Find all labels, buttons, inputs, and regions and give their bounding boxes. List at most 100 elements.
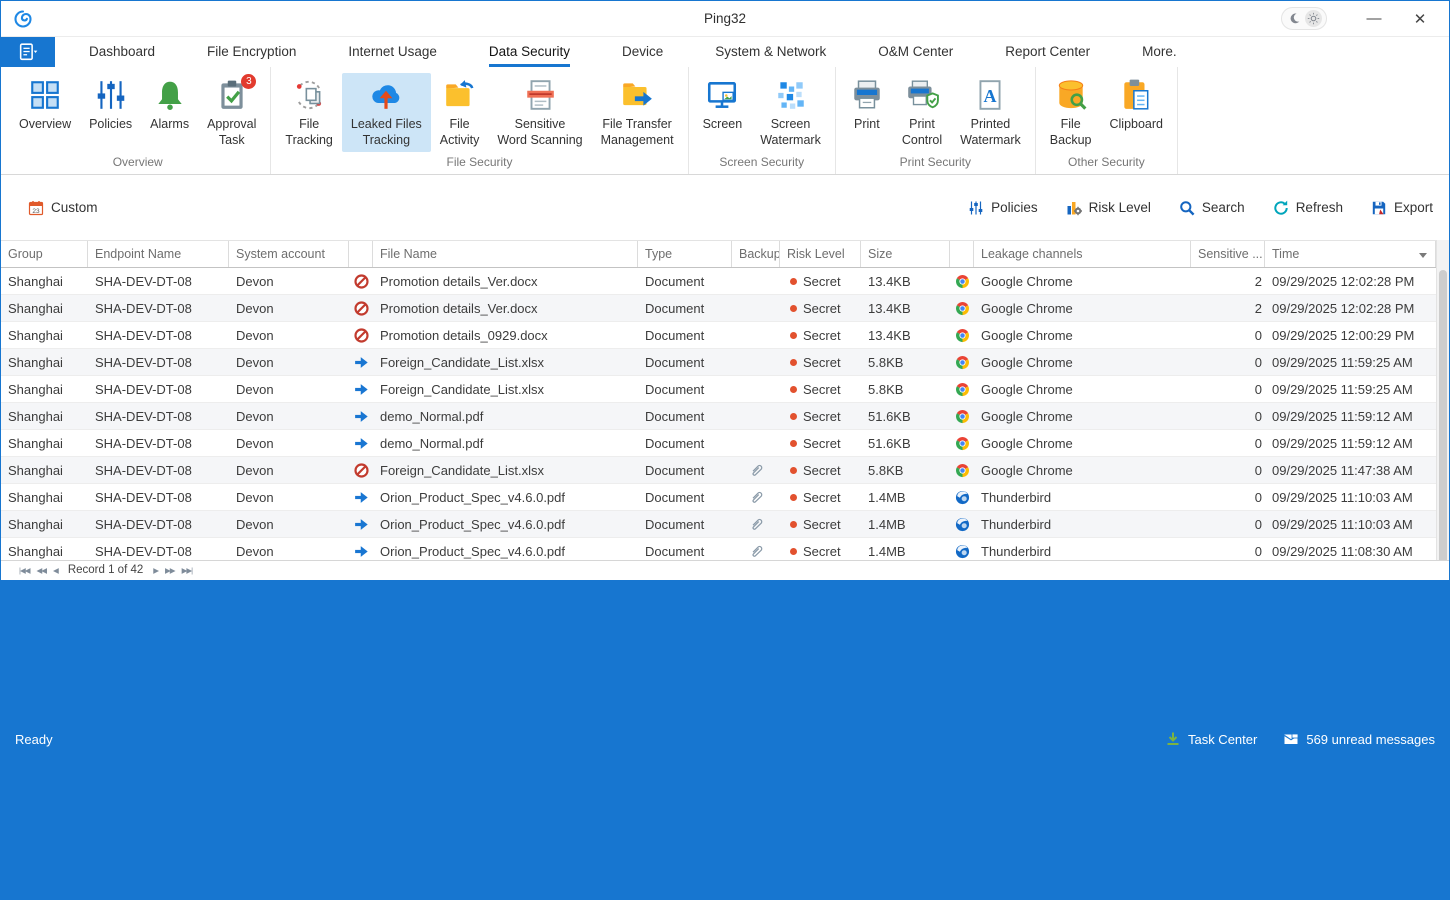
pager-nav-button[interactable]: ▶▶| xyxy=(182,566,192,575)
theme-toggle[interactable] xyxy=(1281,7,1327,30)
column-header-spacer[interactable] xyxy=(349,241,373,267)
unread-messages-label: 569 unread messages xyxy=(1306,732,1435,747)
cell-type: Document xyxy=(638,517,732,532)
cell-account: Devon xyxy=(229,355,349,370)
table-row[interactable]: ShanghaiSHA-DEV-DT-08DevonPromotion deta… xyxy=(1,322,1436,349)
screen-icon xyxy=(705,78,739,112)
column-header-label: Type xyxy=(645,247,672,261)
ribbon-item-screen-watermark[interactable]: Screen Watermark xyxy=(751,73,830,152)
ribbon-item-file-transfer-management[interactable]: File Transfer Management xyxy=(592,73,683,152)
column-header-group[interactable]: Group xyxy=(1,241,88,267)
table-row[interactable]: ShanghaiSHA-DEV-DT-08DevonPromotion deta… xyxy=(1,268,1436,295)
column-header-file-name[interactable]: File Name xyxy=(373,241,638,267)
custom-date-button[interactable]: 23 Custom xyxy=(28,200,98,216)
ribbon-item-sensitive-word-scanning[interactable]: Sensitive Word Scanning xyxy=(488,73,591,152)
sort-down-icon xyxy=(1418,249,1428,259)
ribbon-item-file-tracking[interactable]: File Tracking xyxy=(276,73,341,152)
tab-file-encryption[interactable]: File Encryption xyxy=(207,37,296,67)
scrollbar-thumb[interactable] xyxy=(1439,270,1447,560)
ribbon-item-clipboard[interactable]: Clipboard xyxy=(1101,73,1173,135)
ribbon-item-file-activity[interactable]: File Activity xyxy=(431,73,489,152)
cell-type: Document xyxy=(638,328,732,343)
column-header-size[interactable]: Size xyxy=(861,241,950,267)
column-header-type[interactable]: Type xyxy=(638,241,732,267)
table-row[interactable]: ShanghaiSHA-DEV-DT-08DevonOrion_Product_… xyxy=(1,484,1436,511)
cell-risk-level: Secret xyxy=(780,544,861,559)
cell-size: 13.4KB xyxy=(861,274,950,289)
cell-risk-level: Secret xyxy=(780,436,861,451)
chrome-icon xyxy=(950,436,974,451)
ribbon-item-print[interactable]: Print xyxy=(841,73,893,135)
table-row[interactable]: ShanghaiSHA-DEV-DT-08DevonPromotion deta… xyxy=(1,295,1436,322)
ribbon-item-alarms[interactable]: Alarms xyxy=(141,73,198,135)
tab-device[interactable]: Device xyxy=(622,37,663,67)
policies-button[interactable]: Policies xyxy=(968,200,1038,216)
file-transfer-icon xyxy=(620,78,654,112)
ribbon-item-approval-task[interactable]: Approval Task3 xyxy=(198,73,265,152)
column-header-spacer[interactable] xyxy=(950,241,974,267)
ribbon-item-file-backup[interactable]: File Backup xyxy=(1041,73,1101,152)
table-row[interactable]: ShanghaiSHA-DEV-DT-08DevonOrion_Product_… xyxy=(1,511,1436,538)
task-center-button[interactable]: Task Center xyxy=(1165,731,1257,747)
pager-nav-button[interactable]: ▶▶ xyxy=(165,566,175,575)
pager-nav-button[interactable]: ◀◀ xyxy=(36,566,46,575)
tab-data-security[interactable]: Data Security xyxy=(489,37,570,67)
column-header-label: Group xyxy=(8,247,43,261)
close-button[interactable]: ✕ xyxy=(1397,10,1443,28)
cell-time: 09/29/2025 11:10:03 AM xyxy=(1265,490,1436,505)
cell-group: Shanghai xyxy=(1,544,88,559)
tab-internet-usage[interactable]: Internet Usage xyxy=(348,37,437,67)
column-header-sensitive[interactable]: Sensitive ... xyxy=(1191,241,1265,267)
risk-level-button[interactable]: Risk Level xyxy=(1066,200,1151,216)
cell-group: Shanghai xyxy=(1,409,88,424)
tab-report-center[interactable]: Report Center xyxy=(1005,37,1090,67)
tab-dashboard[interactable]: Dashboard xyxy=(89,37,155,67)
table-row[interactable]: ShanghaiSHA-DEV-DT-08DevonForeign_Candid… xyxy=(1,376,1436,403)
column-header-risk-level[interactable]: Risk Level xyxy=(780,241,861,267)
unread-messages-button[interactable]: 569 unread messages xyxy=(1283,731,1435,747)
svg-text:23: 23 xyxy=(32,208,40,215)
sun-icon[interactable] xyxy=(1305,10,1322,27)
table-row[interactable]: ShanghaiSHA-DEV-DT-08DevonForeign_Candid… xyxy=(1,349,1436,376)
pager-nav-button[interactable]: ▶ xyxy=(153,566,158,575)
cell-time: 09/29/2025 11:59:25 AM xyxy=(1265,382,1436,397)
toolbar-button-label: Export xyxy=(1394,200,1433,215)
table-row[interactable]: ShanghaiSHA-DEV-DT-08DevonForeign_Candid… xyxy=(1,457,1436,484)
table-row[interactable]: ShanghaiSHA-DEV-DT-08Devondemo_Normal.pd… xyxy=(1,403,1436,430)
column-header-system-account[interactable]: System account xyxy=(229,241,349,267)
tab-o-m-center[interactable]: O&M Center xyxy=(878,37,953,67)
refresh-button[interactable]: Refresh xyxy=(1273,200,1343,216)
column-header-leakage-channels[interactable]: Leakage channels xyxy=(974,241,1191,267)
ribbon-item-policies[interactable]: Policies xyxy=(80,73,141,135)
moon-icon[interactable] xyxy=(1286,10,1303,27)
column-header-endpoint-name[interactable]: Endpoint Name xyxy=(88,241,229,267)
column-header-backup[interactable]: Backup xyxy=(732,241,780,267)
chrome-icon xyxy=(950,301,974,316)
ribbon-item-overview[interactable]: Overview xyxy=(10,73,80,135)
tab-system-network[interactable]: System & Network xyxy=(715,37,826,67)
cell-account: Devon xyxy=(229,463,349,478)
table-row[interactable]: ShanghaiSHA-DEV-DT-08DevonOrion_Product_… xyxy=(1,538,1436,560)
pager-nav-button[interactable]: |◀◀ xyxy=(19,566,29,575)
status-ready: Ready xyxy=(15,732,53,747)
table-body: ShanghaiSHA-DEV-DT-08DevonPromotion deta… xyxy=(1,268,1436,560)
app-menu-button[interactable] xyxy=(1,37,55,67)
ribbon-item-printed-watermark[interactable]: APrinted Watermark xyxy=(951,73,1030,152)
paperclip-icon xyxy=(732,517,780,532)
printed-watermark-icon: A xyxy=(973,78,1007,112)
minimize-button[interactable]: — xyxy=(1351,10,1397,27)
ribbon-item-print-control[interactable]: Print Control xyxy=(893,73,951,152)
export-button[interactable]: Export xyxy=(1371,200,1433,216)
tab-more[interactable]: More. xyxy=(1142,37,1177,67)
vertical-scrollbar[interactable] xyxy=(1436,240,1449,560)
column-header-time[interactable]: Time xyxy=(1265,241,1436,267)
search-button[interactable]: Search xyxy=(1179,200,1245,216)
cell-file-name: Orion_Product_Spec_v4.6.0.pdf xyxy=(373,517,638,532)
ribbon-item-screen[interactable]: Screen xyxy=(694,73,752,135)
pager-nav-left: |◀◀◀◀◀ xyxy=(19,566,58,575)
ribbon-item-leaked-files-tracking[interactable]: Leaked Files Tracking xyxy=(342,73,431,152)
pager-nav-button[interactable]: ◀ xyxy=(53,566,58,575)
cell-size: 1.4MB xyxy=(861,544,950,559)
table-row[interactable]: ShanghaiSHA-DEV-DT-08Devondemo_Normal.pd… xyxy=(1,430,1436,457)
ribbon-group-screen-security: ScreenScreen WatermarkScreen Security xyxy=(689,67,836,174)
